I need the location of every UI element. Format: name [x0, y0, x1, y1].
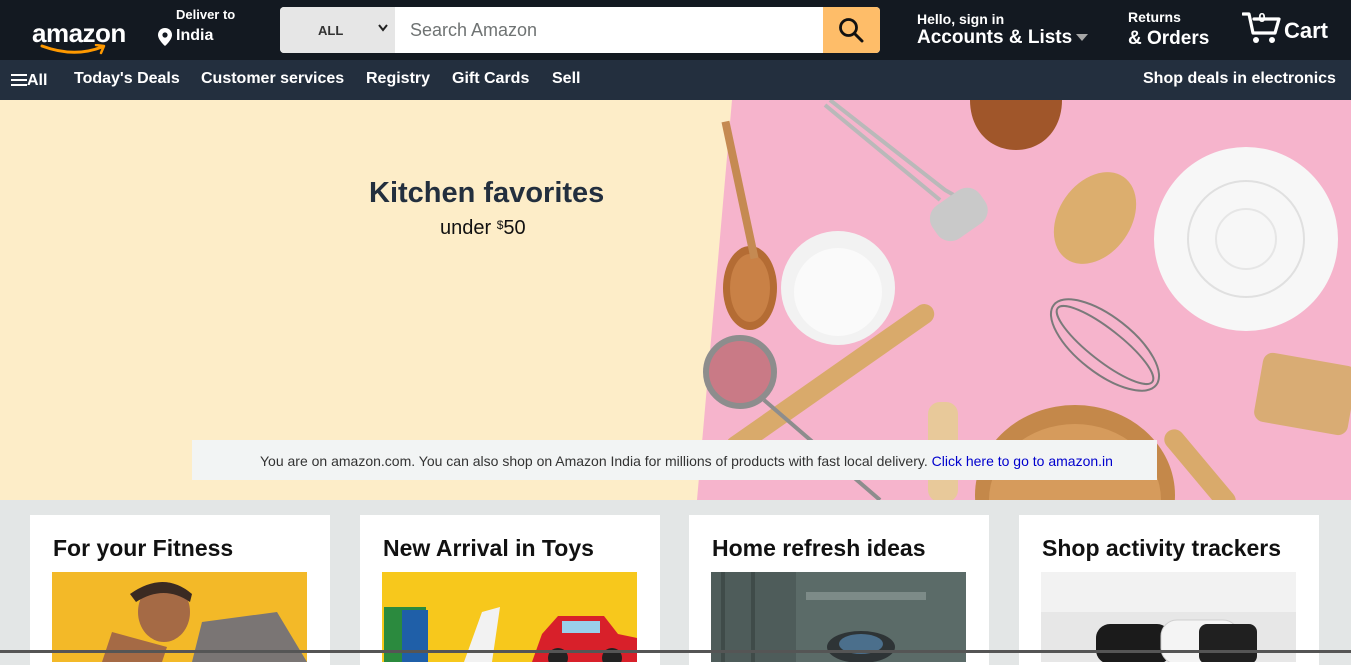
- caret-down-icon: [1076, 34, 1089, 42]
- deliver-to-label: Deliver to: [176, 7, 236, 22]
- card-title: For your Fitness: [53, 535, 234, 561]
- orders-label: & Orders: [1128, 28, 1210, 49]
- card-title: Home refresh ideas: [712, 535, 926, 561]
- home-refresh-photo: [711, 572, 966, 662]
- sub-navbar: All Today's Deals Customer services Regi…: [0, 60, 1351, 100]
- search-category-select[interactable]: ALL: [280, 7, 395, 53]
- toys-image[interactable]: [382, 572, 637, 662]
- search-button[interactable]: [823, 7, 880, 53]
- card-title: New Arrival in Toys: [383, 535, 594, 561]
- activity-trackers-image[interactable]: [1041, 572, 1296, 662]
- card-home-refresh[interactable]: Home refresh ideas: [689, 515, 989, 665]
- home-refresh-image[interactable]: [711, 572, 966, 662]
- search-bar: ALL: [280, 7, 880, 53]
- returns-label: Returns: [1128, 9, 1181, 25]
- country-notice: You are on amazon.com. You can also shop…: [192, 440, 1157, 480]
- nav-todays-deals[interactable]: Today's Deals: [74, 70, 180, 88]
- activity-trackers-photo: [1041, 572, 1296, 662]
- nav-gift-cards[interactable]: Gift Cards: [452, 70, 529, 88]
- fitness-image[interactable]: [52, 572, 307, 662]
- search-input[interactable]: [395, 7, 823, 53]
- hero-amount: 50: [503, 217, 526, 239]
- nav-customer-services[interactable]: Customer services: [201, 70, 344, 88]
- nav-sell[interactable]: Sell: [552, 70, 580, 88]
- card-fitness[interactable]: For your Fitness: [30, 515, 330, 665]
- nav-promo-electronics[interactable]: Shop deals in electronics: [1143, 70, 1336, 88]
- card-title: Shop activity trackers: [1042, 535, 1282, 561]
- hero-subtitle: under $50: [440, 217, 526, 240]
- smile-arrow-icon: [40, 44, 106, 55]
- nav-registry[interactable]: Registry: [366, 70, 430, 88]
- hero-subtitle-prefix: under: [440, 217, 492, 239]
- chevron-down-icon: [378, 24, 388, 32]
- cart-count: 0: [1258, 10, 1266, 25]
- notice-text: You are on amazon.com. You can also shop…: [260, 453, 928, 469]
- amazon-in-link[interactable]: Click here to go to amazon.in: [932, 453, 1113, 469]
- amazon-logo[interactable]: amazon: [30, 14, 132, 55]
- hamburger-icon: [11, 74, 27, 86]
- top-navbar: amazon Deliver to India ALL Hello: [0, 0, 1351, 60]
- deliver-to-location: India: [176, 27, 214, 44]
- hero-currency: $: [496, 218, 504, 232]
- fitness-photo: [52, 572, 307, 662]
- account-greeting: Hello, sign in: [917, 11, 1005, 27]
- cart-button[interactable]: 0 Cart: [1242, 9, 1337, 49]
- account-label: Accounts & Lists: [917, 27, 1073, 48]
- account-lists[interactable]: Hello, sign in Accounts & Lists: [917, 11, 1089, 49]
- search-icon: [839, 18, 864, 43]
- search-category-value: ALL: [318, 23, 344, 38]
- toys-photo: [382, 572, 637, 662]
- all-menu-label: All: [27, 72, 48, 89]
- returns-orders[interactable]: Returns & Orders: [1128, 9, 1209, 50]
- card-toys[interactable]: New Arrival in Toys: [360, 515, 660, 665]
- cart-label: Cart: [1284, 18, 1329, 43]
- location-pin-icon: [158, 28, 172, 46]
- card-activity-trackers[interactable]: Shop activity trackers: [1019, 515, 1319, 665]
- hero-title: Kitchen favorites: [369, 177, 605, 209]
